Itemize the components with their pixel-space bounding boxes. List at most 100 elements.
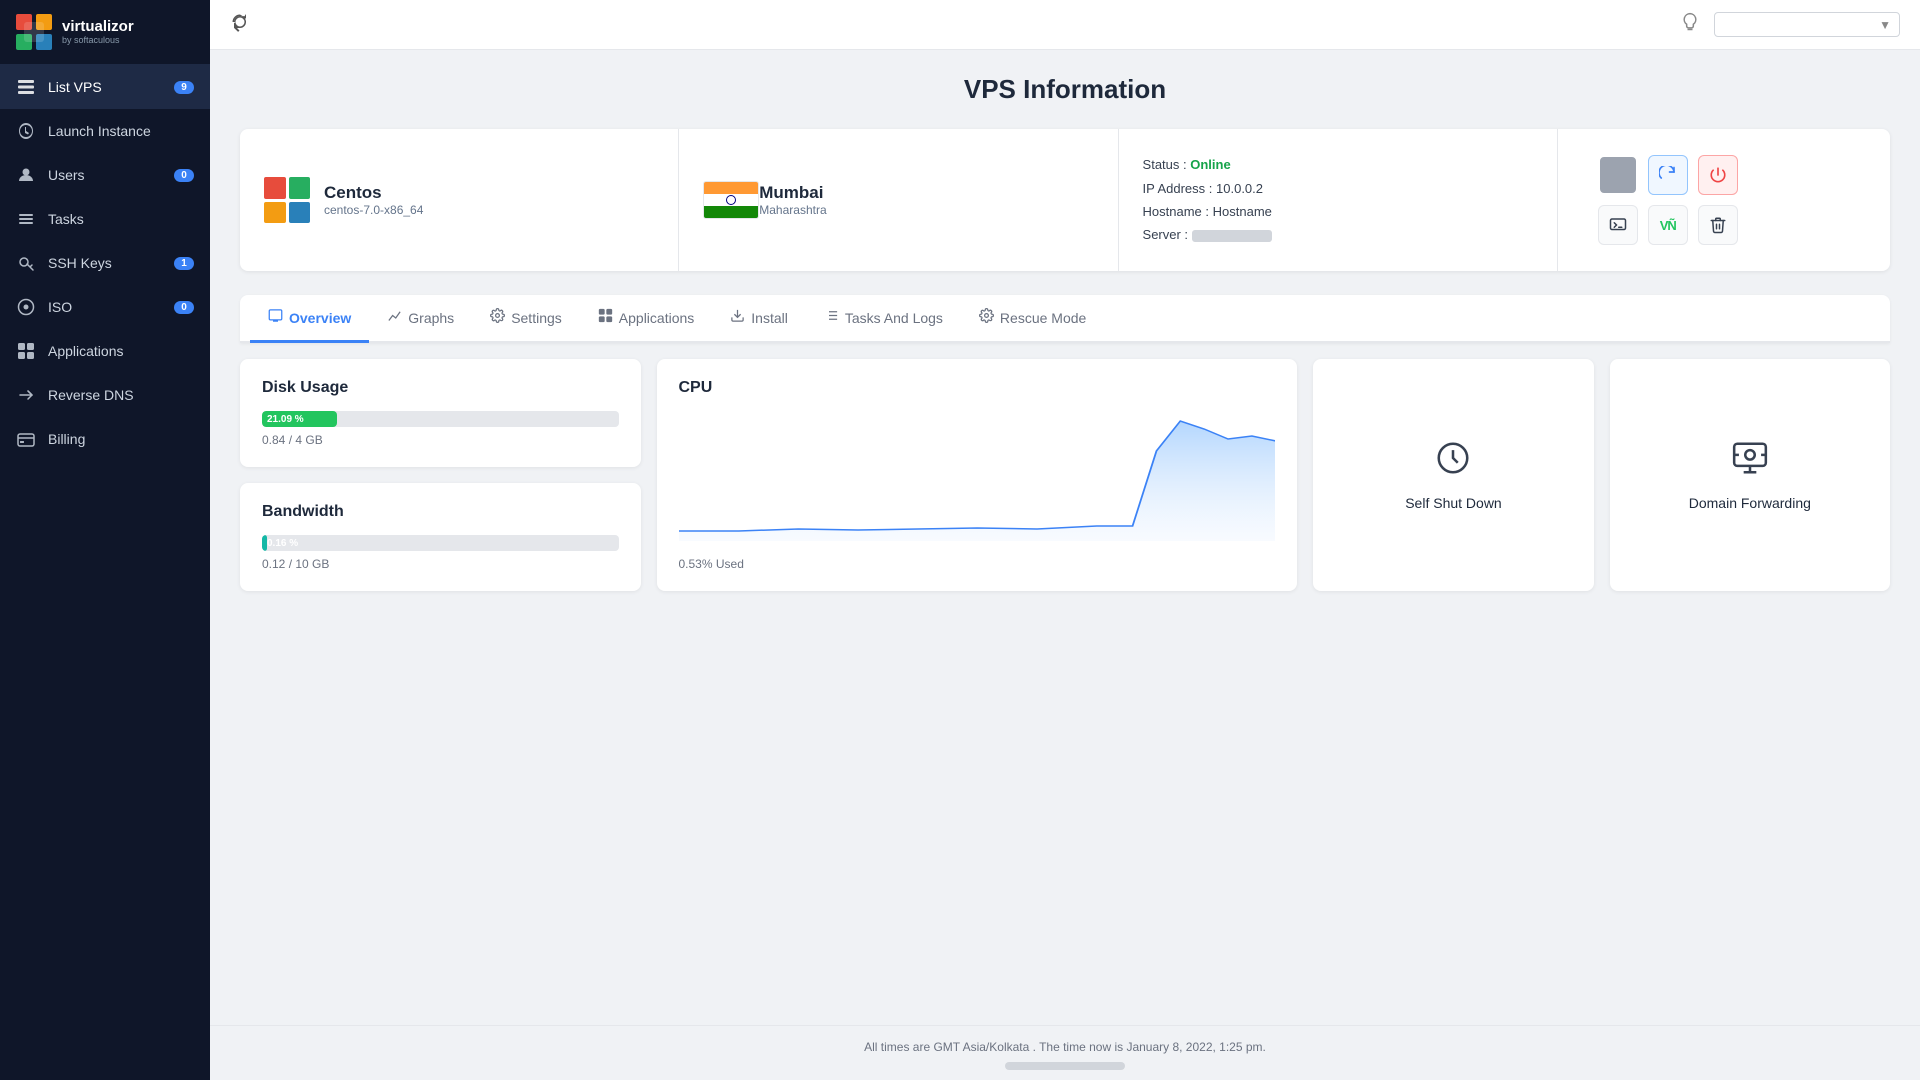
bandwidth-progress-wrap: 0.16 % [262, 535, 619, 551]
sidebar-item-users[interactable]: Users 0 [0, 153, 210, 197]
applications-icon [16, 341, 36, 361]
search-bar[interactable]: ▼ [1714, 12, 1900, 37]
dropdown-arrow-icon[interactable]: ▼ [1879, 18, 1891, 32]
stop-button[interactable] [1600, 157, 1636, 193]
sidebar-item-tasks[interactable]: Tasks [0, 197, 210, 241]
topbar: ▼ [210, 0, 1920, 50]
server-label: Server : [1143, 227, 1189, 242]
self-shutdown-card[interactable]: Self Shut Down [1313, 359, 1593, 591]
tab-settings-icon [490, 308, 505, 327]
os-version: centos-7.0-x86_64 [324, 203, 423, 217]
list-vps-badge: 9 [174, 81, 194, 94]
tasks-icon [16, 209, 36, 229]
logo-brand: virtualizor [62, 19, 134, 36]
disk-progress-fill: 21.09 % [262, 411, 337, 427]
disk-progress-wrap: 21.09 % [262, 411, 619, 427]
tab-install-icon [730, 308, 745, 327]
status-value: Online [1190, 157, 1230, 172]
sidebar-item-list-vps[interactable]: List VPS 9 [0, 65, 210, 109]
domain-forwarding-card[interactable]: Domain Forwarding [1610, 359, 1890, 591]
refresh-icon[interactable] [230, 12, 250, 37]
iso-badge: 0 [174, 301, 194, 314]
city-name: Mumbai [759, 183, 826, 203]
status-card: Status : Online IP Address : 10.0.0.2 Ho… [1119, 129, 1558, 271]
tabs-bar: Overview Graphs Settings Applications [240, 295, 1890, 343]
footer-bar [1005, 1062, 1125, 1070]
state-name: Maharashtra [759, 203, 826, 217]
bandwidth-card: Bandwidth 0.16 % 0.12 / 10 GB [240, 483, 641, 591]
cpu-card: CPU 0.53% [657, 359, 1298, 591]
sidebar-item-ssh-keys[interactable]: SSH Keys 1 [0, 241, 210, 285]
disk-bandwidth-column: Disk Usage 21.09 % 0.84 / 4 GB Bandwidth… [240, 359, 641, 591]
ip-label: IP Address : [1143, 181, 1213, 196]
bulb-icon[interactable] [1680, 12, 1700, 37]
os-logo [264, 177, 310, 223]
page-content: VPS Information Centos centos-7.0-x86_64 [210, 50, 1920, 1025]
console-button[interactable] [1598, 205, 1638, 245]
disk-title: Disk Usage [262, 379, 619, 397]
logo-sub: by softaculous [62, 35, 134, 45]
tab-rescue-mode-label: Rescue Mode [1000, 310, 1086, 326]
iso-icon [16, 297, 36, 317]
tab-graphs-icon [387, 308, 402, 327]
sidebar: virtualizor by softaculous List VPS 9 La… [0, 0, 210, 1080]
cpu-chart [679, 411, 1276, 551]
tab-graphs[interactable]: Graphs [369, 295, 472, 343]
search-input[interactable] [1723, 17, 1873, 32]
tab-applications-icon [598, 308, 613, 327]
sidebar-label-tasks: Tasks [48, 211, 194, 227]
main-content: ▼ VPS Information Centos centos-7.0-x86_… [210, 0, 1920, 1080]
sidebar-label-iso: ISO [48, 299, 174, 315]
tab-install[interactable]: Install [712, 295, 806, 343]
users-icon [16, 165, 36, 185]
ip-value: 10.0.0.2 [1216, 181, 1263, 196]
sidebar-logo: virtualizor by softaculous [0, 0, 210, 65]
restart-button[interactable] [1648, 155, 1688, 195]
tab-tasks-logs-icon [824, 308, 839, 327]
ssh-keys-icon [16, 253, 36, 273]
tab-install-label: Install [751, 310, 788, 326]
tab-tasks-logs[interactable]: Tasks And Logs [806, 295, 961, 343]
delete-button[interactable] [1698, 205, 1738, 245]
os-name: Centos [324, 183, 423, 203]
power-button[interactable] [1698, 155, 1738, 195]
location-card: Mumbai Maharashtra [679, 129, 1118, 271]
tab-graphs-label: Graphs [408, 310, 454, 326]
hostname-label: Hostname : [1143, 204, 1209, 219]
sidebar-label-list-vps: List VPS [48, 79, 174, 95]
footer-text: All times are GMT Asia/Kolkata . The tim… [864, 1040, 1266, 1054]
tab-rescue-mode-icon [979, 308, 994, 327]
sidebar-item-iso[interactable]: ISO 0 [0, 285, 210, 329]
tab-overview-icon [268, 308, 283, 327]
stats-grid: Disk Usage 21.09 % 0.84 / 4 GB Bandwidth… [240, 359, 1890, 591]
disk-percent: 21.09 % [267, 414, 304, 425]
sidebar-item-applications[interactable]: Applications [0, 329, 210, 373]
vnc-label: VÑ [1660, 218, 1676, 233]
sidebar-label-billing: Billing [48, 431, 194, 447]
list-vps-icon [16, 77, 36, 97]
tab-overview-label: Overview [289, 310, 351, 326]
sidebar-item-billing[interactable]: Billing [0, 417, 210, 461]
sidebar-label-ssh-keys: SSH Keys [48, 255, 174, 271]
page-title: VPS Information [240, 74, 1890, 105]
tab-settings[interactable]: Settings [472, 295, 580, 343]
bandwidth-progress-fill: 0.16 % [262, 535, 267, 551]
sidebar-item-launch-instance[interactable]: Launch Instance [0, 109, 210, 153]
self-shutdown-label: Self Shut Down [1405, 495, 1502, 511]
domain-forwarding-label: Domain Forwarding [1689, 495, 1811, 511]
sidebar-item-reverse-dns[interactable]: Reverse DNS [0, 373, 210, 417]
tab-tasks-logs-label: Tasks And Logs [845, 310, 943, 326]
tab-applications[interactable]: Applications [580, 295, 713, 343]
tab-rescue-mode[interactable]: Rescue Mode [961, 295, 1104, 343]
domain-forwarding-icon [1731, 439, 1769, 485]
disk-usage-card: Disk Usage 21.09 % 0.84 / 4 GB [240, 359, 641, 467]
tab-overview[interactable]: Overview [250, 295, 369, 343]
vnc-button[interactable]: VÑ [1648, 205, 1688, 245]
status-row: Status : Online IP Address : 10.0.0.2 Ho… [1143, 153, 1272, 247]
virtualizor-logo-icon [16, 14, 52, 50]
india-flag [703, 181, 759, 219]
action-buttons-card: VÑ [1558, 129, 1890, 271]
users-badge: 0 [174, 169, 194, 182]
sidebar-label-reverse-dns: Reverse DNS [48, 387, 194, 403]
bandwidth-detail: 0.12 / 10 GB [262, 557, 619, 571]
